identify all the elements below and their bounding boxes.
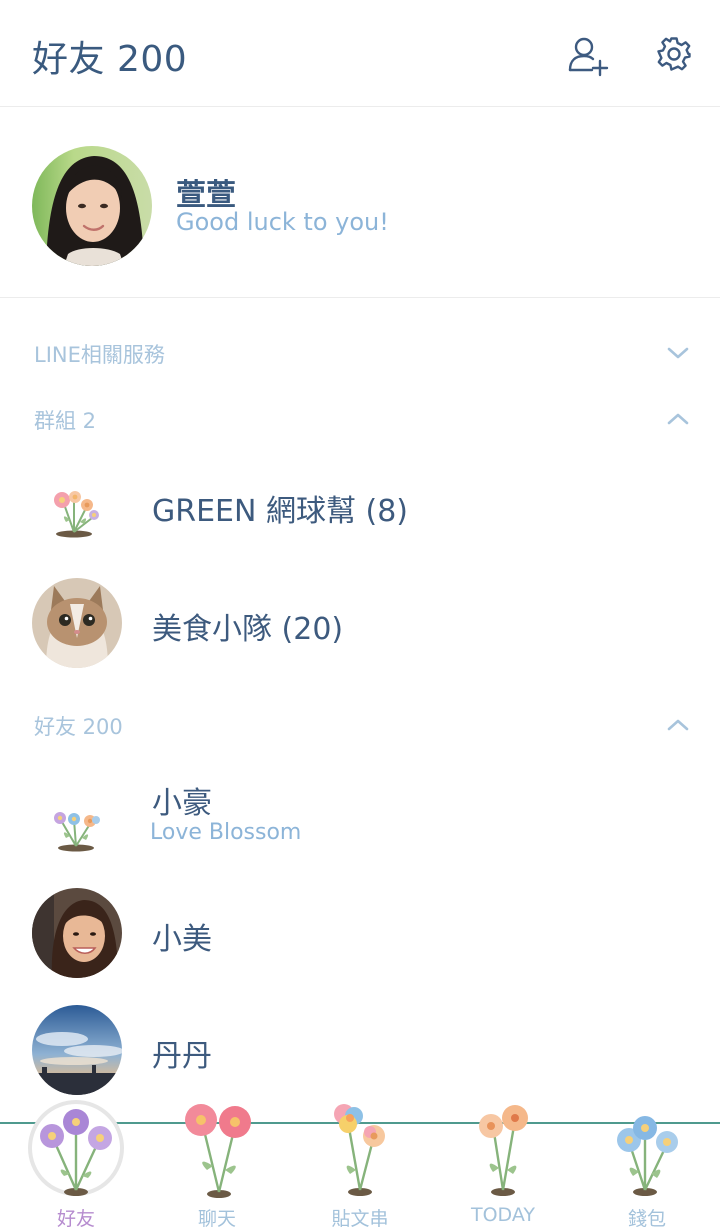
tab-friends[interactable]: 好友 — [14, 1092, 138, 1232]
blue-flower-icon — [617, 1116, 678, 1196]
avatar — [32, 1005, 122, 1095]
settings-button[interactable] — [652, 34, 696, 78]
section-line-services[interactable]: LINE相關服務 — [0, 327, 720, 377]
tab-timeline[interactable]: 貼文串 — [298, 1092, 422, 1232]
friend-name: 丹丹 — [152, 1039, 212, 1074]
group-name: GREEN 網球幫 (8) — [152, 494, 409, 529]
group-avatar-flower-icon — [40, 464, 114, 542]
add-friend-icon — [568, 37, 609, 77]
purple-flower-icon — [40, 1109, 112, 1196]
page-title: 好友 200 — [32, 39, 188, 80]
chevron-down-icon[interactable] — [664, 339, 692, 367]
add-friend-button[interactable] — [566, 34, 610, 78]
avatar[interactable] — [32, 146, 152, 266]
list-item-friend[interactable]: 小美 — [0, 878, 720, 988]
list-item-friend[interactable]: 丹丹 — [0, 995, 720, 1105]
pink-flower-icon — [185, 1104, 251, 1198]
tab-label: TODAY — [471, 1204, 535, 1226]
section-label: 好友 200 — [34, 715, 123, 739]
gear-icon — [657, 37, 691, 71]
friend-status-message: Love Blossom — [150, 820, 302, 845]
tab-today[interactable]: TODAY — [441, 1092, 565, 1232]
tab-chats[interactable]: 聊天 — [155, 1092, 279, 1232]
group-name: 美食小隊 (20) — [152, 612, 344, 647]
friend-avatar-flower-icon — [40, 774, 114, 852]
avatar — [32, 888, 122, 978]
mixed-flower-icon — [334, 1104, 385, 1196]
my-profile[interactable]: 萱萱 Good luck to you! — [0, 108, 720, 298]
list-item-group[interactable]: GREEN 網球幫 (8) — [0, 450, 720, 560]
list-item-friend[interactable]: 小豪 Love Blossom — [0, 760, 720, 870]
tab-label: 錢包 — [627, 1208, 666, 1230]
tab-label: 貼文串 — [331, 1208, 389, 1230]
section-groups[interactable]: 群組 2 — [0, 393, 720, 443]
section-label: LINE相關服務 — [34, 343, 165, 367]
list-item-group[interactable]: 美食小隊 (20) — [0, 568, 720, 678]
section-label: 群組 2 — [34, 409, 97, 433]
peach-flower-icon — [479, 1105, 528, 1196]
friend-name: 小豪 — [152, 786, 212, 821]
bottom-tab-bar: 好友 聊天 貼文串 TODAY 錢包 — [0, 1092, 720, 1232]
tab-label: 聊天 — [197, 1208, 236, 1230]
chevron-up-icon[interactable] — [664, 405, 692, 433]
profile-status-message: Good luck to you! — [176, 208, 389, 236]
chevron-up-icon[interactable] — [664, 711, 692, 739]
header: 好友 200 — [0, 0, 720, 107]
tab-wallet[interactable]: 錢包 — [585, 1092, 709, 1232]
friend-name: 小美 — [152, 922, 212, 957]
section-friends[interactable]: 好友 200 — [0, 699, 720, 749]
avatar — [32, 578, 122, 668]
tab-label: 好友 — [56, 1208, 95, 1230]
